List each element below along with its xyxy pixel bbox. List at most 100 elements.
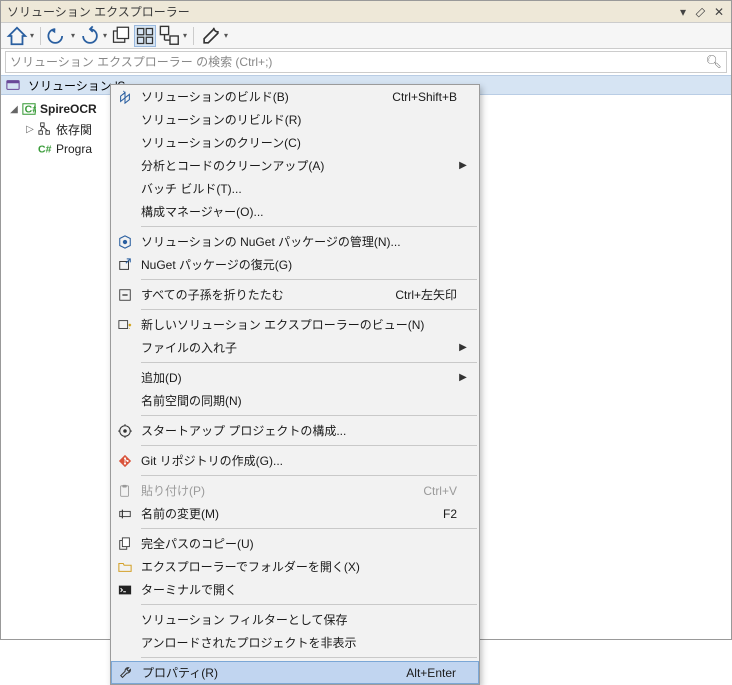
build-icon [111, 90, 139, 104]
menu-separator [141, 657, 477, 658]
terminal-icon [111, 583, 139, 597]
menu-separator [141, 528, 477, 529]
solution-icon [5, 77, 21, 93]
sync-button[interactable] [78, 25, 108, 47]
paste-icon [111, 484, 139, 498]
menu-label: 名前の変更(M) [139, 505, 433, 522]
copy-icon [111, 537, 139, 551]
menu-label: 完全パスのコピー(U) [139, 535, 457, 552]
svg-text:C#: C# [38, 144, 52, 156]
menu-label: アンロードされたプロジェクトを非表示 [139, 634, 457, 651]
menu-item[interactable]: 名前の変更(M)F2 [111, 502, 479, 525]
rename-icon [111, 507, 139, 521]
close-button[interactable]: ✕ [711, 4, 727, 20]
titlebar: ソリューション エクスプローラー ▾ ▯ ✕ [1, 1, 731, 23]
menu-label: NuGet パッケージの復元(G) [139, 256, 457, 273]
menu-item[interactable]: 構成マネージャー(O)... [111, 200, 479, 223]
menu-separator [141, 309, 477, 310]
newview-icon [111, 318, 139, 332]
expander-icon[interactable]: ▷ [23, 124, 37, 135]
menu-separator [141, 226, 477, 227]
collapse-icon [111, 288, 139, 302]
menu-label: 名前空間の同期(N) [139, 392, 457, 409]
menu-label: プロパティ(R) [140, 664, 396, 681]
project-label: SpireOCR [40, 102, 97, 116]
menu-item[interactable]: ソリューション フィルターとして保存 [111, 608, 479, 631]
menu-item[interactable]: ファイルの入れ子▶ [111, 336, 479, 359]
menu-item[interactable]: NuGet パッケージの復元(G) [111, 253, 479, 276]
menu-shortcut: Alt+Enter [396, 666, 456, 680]
menu-shortcut: Ctrl+Shift+B [382, 90, 457, 104]
menu-item[interactable]: 完全パスのコピー(U) [111, 532, 479, 555]
separator [193, 27, 194, 45]
menu-item[interactable]: ターミナルで開く [111, 578, 479, 601]
nuget-icon [111, 235, 139, 249]
menu-item[interactable]: 分析とコードのクリーンアップ(A)▶ [111, 154, 479, 177]
search-input[interactable] [10, 53, 705, 71]
menu-label: ソリューションの NuGet パッケージの管理(N)... [139, 233, 457, 250]
wrench-icon [112, 666, 140, 680]
menu-separator [141, 279, 477, 280]
menu-label: ターミナルで開く [139, 581, 457, 598]
menu-item[interactable]: ソリューションのリビルド(R) [111, 108, 479, 131]
menu-label: すべての子孫を折りたたむ [139, 286, 385, 303]
separator [40, 27, 41, 45]
submenu-arrow-icon: ▶ [457, 372, 469, 383]
menu-label: エクスプローラーでフォルダーを開く(X) [139, 558, 457, 575]
menu-item[interactable]: ソリューションのクリーン(C) [111, 131, 479, 154]
menu-label: Git リポジトリの作成(G)... [139, 452, 457, 469]
expander-icon[interactable]: ◢ [7, 104, 21, 115]
menu-label: ソリューションのリビルド(R) [139, 111, 457, 128]
menu-item[interactable]: 新しいソリューション エクスプローラーのビュー(N) [111, 313, 479, 336]
context-menu: ソリューションのビルド(B)Ctrl+Shift+B ソリューションのリビルド(R… [110, 84, 480, 685]
menu-label: ソリューション フィルターとして保存 [139, 611, 457, 628]
home-button[interactable] [5, 25, 35, 47]
menu-item[interactable]: エクスプローラーでフォルダーを開く(X) [111, 555, 479, 578]
menu-label: バッチ ビルド(T)... [139, 180, 457, 197]
menu-item[interactable]: アンロードされたプロジェクトを非表示 [111, 631, 479, 654]
dependencies-icon [37, 121, 53, 137]
menu-label: ファイルの入れ子 [139, 339, 457, 356]
titlebar-title: ソリューション エクスプローラー [5, 3, 675, 20]
menu-separator [141, 604, 477, 605]
search-box[interactable]: 🔍︎ [5, 51, 727, 73]
menu-label: ソリューションのクリーン(C) [139, 134, 457, 151]
menu-item: 貼り付け(P)Ctrl+V [111, 479, 479, 502]
menu-label: スタートアップ プロジェクトの構成... [139, 422, 457, 439]
submenu-arrow-icon: ▶ [457, 342, 469, 353]
svg-text:C#: C# [25, 104, 36, 116]
menu-item[interactable]: プロパティ(R)Alt+Enter [111, 661, 479, 684]
menu-shortcut: Ctrl+V [413, 484, 457, 498]
file-label: Progra [56, 142, 92, 156]
menu-label: 追加(D) [139, 369, 457, 386]
csproj-icon: C# [21, 101, 37, 117]
submenu-arrow-icon: ▶ [457, 160, 469, 171]
menu-label: 構成マネージャー(O)... [139, 203, 457, 220]
save-all-button[interactable] [110, 25, 132, 47]
back-button[interactable] [46, 25, 76, 47]
menu-item[interactable]: バッチ ビルド(T)... [111, 177, 479, 200]
pin-button[interactable]: ▯ [690, 0, 713, 23]
properties-button[interactable] [199, 25, 229, 47]
menu-label: 新しいソリューション エクスプローラーのビュー(N) [139, 316, 457, 333]
menu-shortcut: F2 [433, 507, 457, 521]
startup-icon [111, 424, 139, 438]
menu-item[interactable]: スタートアップ プロジェクトの構成... [111, 419, 479, 442]
git-icon [111, 454, 139, 468]
menu-item[interactable]: ソリューションのビルド(B)Ctrl+Shift+B [111, 85, 479, 108]
search-icon: 🔍︎ [705, 54, 722, 70]
menu-separator [141, 415, 477, 416]
menu-item[interactable]: 追加(D)▶ [111, 366, 479, 389]
menu-item[interactable]: すべての子孫を折りたたむCtrl+左矢印 [111, 283, 479, 306]
menu-label: ソリューションのビルド(B) [139, 88, 382, 105]
view-button[interactable] [158, 25, 188, 47]
menu-item[interactable]: ソリューションの NuGet パッケージの管理(N)... [111, 230, 479, 253]
menu-item[interactable]: 名前空間の同期(N) [111, 389, 479, 412]
restore-icon [111, 258, 139, 272]
titlebar-controls: ▾ ▯ ✕ [675, 4, 727, 20]
menu-item[interactable]: Git リポジトリの作成(G)... [111, 449, 479, 472]
folder-icon [111, 560, 139, 574]
menu-separator [141, 445, 477, 446]
show-all-button[interactable] [134, 25, 156, 47]
menu-separator [141, 475, 477, 476]
